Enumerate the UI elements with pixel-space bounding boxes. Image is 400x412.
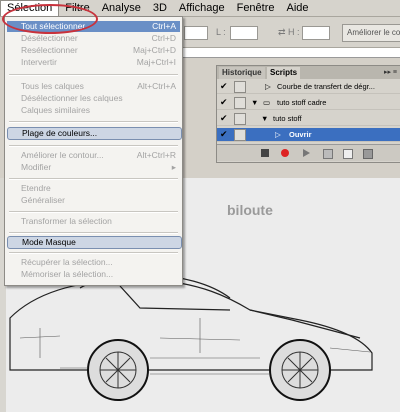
- selection-menu: Tout sélectionner Ctrl+A Désélectionner …: [4, 16, 183, 286]
- menu-item-deselect-layers[interactable]: Désélectionner les calques: [7, 93, 180, 104]
- menu-item-deselect[interactable]: Désélectionner Ctrl+D: [7, 33, 180, 44]
- swap-icon[interactable]: ⇄: [278, 27, 286, 38]
- panel-menu-icon[interactable]: ▸▸ ≡: [384, 68, 397, 76]
- menu-affichage[interactable]: Affichage: [173, 0, 231, 16]
- menu-item-load-selection[interactable]: Récupérer la sélection...: [7, 257, 180, 268]
- menu-item-modify[interactable]: Modifier ▸: [7, 162, 180, 173]
- style-select[interactable]: [184, 26, 208, 40]
- play-icon[interactable]: [303, 149, 310, 157]
- menu-separator: [9, 211, 178, 213]
- script-row-selected[interactable]: ✔ ▷ Ouvrir: [217, 128, 400, 142]
- menu-separator: [9, 145, 178, 147]
- script-row-label: tuto stoff: [273, 114, 302, 123]
- collapse-arrow-icon[interactable]: ▼: [251, 96, 258, 109]
- collapse-arrow-icon[interactable]: ▼: [261, 112, 268, 125]
- script-row-label: Ouvrir: [289, 130, 312, 139]
- menu-item-inverse[interactable]: Intervertir Maj+Ctrl+I: [7, 57, 180, 68]
- menu-item-quick-mask[interactable]: Mode Masque: [7, 236, 182, 249]
- menu-aide[interactable]: Aide: [281, 0, 315, 16]
- horizontal-ruler: [180, 48, 400, 58]
- check-icon[interactable]: ✔: [220, 114, 229, 123]
- menu-item-all-layers[interactable]: Tous les calques Alt+Ctrl+A: [7, 81, 180, 92]
- expand-arrow-icon[interactable]: ▷: [275, 128, 281, 141]
- width-label: L :: [216, 27, 226, 37]
- tab-historique[interactable]: Historique: [219, 67, 265, 79]
- annotation-circle: [2, 4, 98, 34]
- menu-analyse[interactable]: Analyse: [96, 0, 147, 16]
- menu-item-similar[interactable]: Généraliser: [7, 195, 180, 206]
- menu-item-transform-selection[interactable]: Transformer la sélection: [7, 216, 180, 227]
- script-row[interactable]: ✔ ▼ ▭ tuto stoff cadre: [217, 96, 400, 110]
- dialog-toggle-icon[interactable]: [234, 97, 246, 109]
- menu-separator: [9, 232, 178, 234]
- dialog-toggle-icon[interactable]: [234, 81, 246, 93]
- submenu-arrow-icon: ▸: [171, 162, 176, 172]
- menu-item-similar-layers[interactable]: Calques similaires: [7, 105, 180, 116]
- menu-item-reselect[interactable]: Resélectionner Maj+Ctrl+D: [7, 45, 180, 56]
- script-row[interactable]: ✔ ▼ tuto stoff: [217, 112, 400, 126]
- check-icon[interactable]: ✔: [220, 130, 229, 139]
- trash-icon[interactable]: [363, 149, 373, 159]
- new-action-icon[interactable]: [343, 149, 353, 159]
- script-row-label: tuto stoff cadre: [277, 98, 327, 107]
- menu-item-refine-edge[interactable]: Améliorer le contour... Alt+Ctrl+R: [7, 150, 180, 161]
- width-field[interactable]: [230, 26, 258, 40]
- record-icon[interactable]: [281, 149, 289, 157]
- check-icon[interactable]: ✔: [220, 98, 229, 107]
- panel-toolbar: [217, 144, 400, 161]
- folder-icon: ▭: [263, 98, 271, 107]
- expand-arrow-icon[interactable]: ▷: [265, 80, 271, 93]
- height-label: H :: [288, 27, 300, 37]
- check-icon[interactable]: ✔: [220, 82, 229, 91]
- menu-separator: [9, 178, 178, 180]
- stop-icon[interactable]: [261, 149, 269, 157]
- menu-item-grow[interactable]: Etendre: [7, 183, 180, 194]
- watermark-text: biloute: [227, 202, 273, 218]
- refine-edge-button[interactable]: Améliorer le co: [342, 24, 400, 42]
- menu-separator: [9, 252, 178, 254]
- tab-scripts[interactable]: Scripts: [267, 67, 301, 79]
- script-row-label: Courbe de transfert de dégr...: [277, 82, 375, 91]
- menu-item-save-selection[interactable]: Mémoriser la sélection...: [7, 269, 180, 280]
- menu-separator: [9, 74, 178, 76]
- scripts-panel: Historique Scripts ▸▸ ≡ ✔ ▷ Courbe de tr…: [216, 65, 400, 163]
- options-bar: L : ⇄ H : Améliorer le co: [180, 17, 400, 48]
- new-set-icon[interactable]: [323, 149, 333, 159]
- dialog-toggle-icon[interactable]: [234, 113, 246, 125]
- menu-3d[interactable]: 3D: [147, 0, 173, 16]
- script-row[interactable]: ✔ ▷ Courbe de transfert de dégr...: [217, 80, 400, 94]
- menu-fenetre[interactable]: Fenêtre: [231, 0, 281, 16]
- panel-tabbar: Historique Scripts ▸▸ ≡: [217, 66, 400, 79]
- dialog-toggle-icon[interactable]: [234, 129, 246, 141]
- menu-separator: [9, 121, 178, 123]
- height-field[interactable]: [302, 26, 330, 40]
- menu-item-color-range[interactable]: Plage de couleurs...: [7, 127, 182, 140]
